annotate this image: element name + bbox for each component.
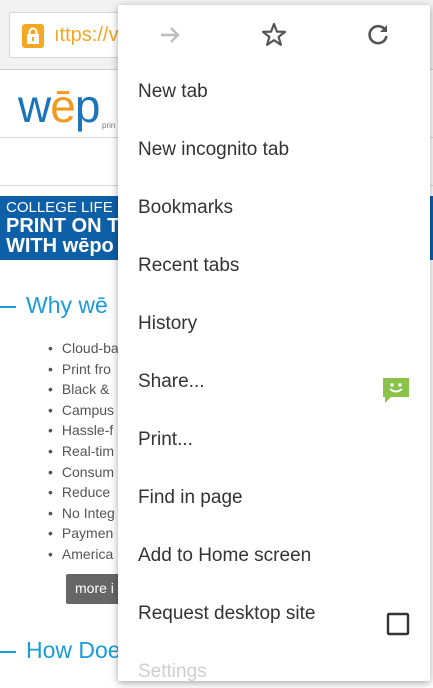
list-item: Reduce — [48, 482, 119, 503]
logo-part-p: p — [74, 80, 101, 132]
section-title-text: How Doe — [26, 637, 121, 663]
list-item: Paymen — [48, 523, 119, 544]
dash-icon — [0, 650, 16, 653]
feature-list: Cloud-ba Print fro Black & Campus Hassle… — [48, 338, 119, 565]
menu-item-label: History — [138, 313, 198, 334]
logo-subtitle: prin — [102, 121, 116, 130]
menu-top-row — [118, 5, 430, 63]
list-item: Hassle-f — [48, 420, 119, 441]
menu-item-new-incognito-tab[interactable]: New incognito tab — [118, 121, 430, 179]
section-title-why: Why wē — [0, 292, 108, 319]
menu-item-label: New incognito tab — [138, 139, 290, 160]
menu-item-find-in-page[interactable]: Find in page — [118, 469, 430, 527]
list-item: Print fro — [48, 359, 119, 380]
menu-item-new-tab[interactable]: New tab — [118, 63, 430, 121]
logo-part-w: w — [18, 80, 51, 132]
menu-item-add-to-home-screen[interactable]: Add to Home screen — [118, 527, 430, 585]
menu-item-label: Share... — [138, 371, 205, 392]
list-item: No Integ — [48, 503, 119, 524]
reload-icon[interactable] — [364, 21, 392, 49]
menu-item-label: Settings — [138, 661, 207, 681]
site-logo[interactable]: wēp — [18, 79, 101, 133]
star-icon[interactable] — [260, 21, 288, 49]
menu-item-label: Recent tabs — [138, 255, 240, 276]
list-item: Consum — [48, 462, 119, 483]
menu-item-settings[interactable]: Settings — [118, 643, 430, 681]
section-title-text: Why wē — [26, 292, 108, 318]
menu-item-label: Request desktop site — [138, 603, 316, 624]
menu-item-bookmarks[interactable]: Bookmarks — [118, 179, 430, 237]
url-text: ıttps://v — [54, 24, 119, 46]
menu-item-label: Find in page — [138, 487, 243, 508]
list-item: Black & — [48, 379, 119, 400]
list-item: Real-tim — [48, 441, 119, 462]
menu-item-request-desktop-site[interactable]: Request desktop site — [118, 585, 430, 643]
menu-item-recent-tabs[interactable]: Recent tabs — [118, 237, 430, 295]
menu-item-share[interactable]: Share... — [118, 353, 430, 411]
lock-icon — [22, 24, 44, 48]
dash-icon — [0, 305, 16, 308]
menu-item-history[interactable]: History — [118, 295, 430, 353]
list-item: America — [48, 544, 119, 565]
menu-item-print[interactable]: Print... — [118, 411, 430, 469]
menu-item-label: Bookmarks — [138, 197, 234, 218]
browser-overflow-menu: New tab New incognito tab Bookmarks Rece… — [118, 5, 430, 681]
list-item: Cloud-ba — [48, 338, 119, 359]
list-item: Campus — [48, 400, 119, 421]
forward-arrow-icon[interactable] — [156, 21, 184, 49]
menu-item-label: Print... — [138, 429, 193, 450]
menu-item-label: Add to Home screen — [138, 545, 312, 566]
section-title-how: How Doe — [0, 637, 121, 664]
menu-item-label: New tab — [138, 81, 208, 102]
logo-part-e: ē — [50, 80, 76, 132]
